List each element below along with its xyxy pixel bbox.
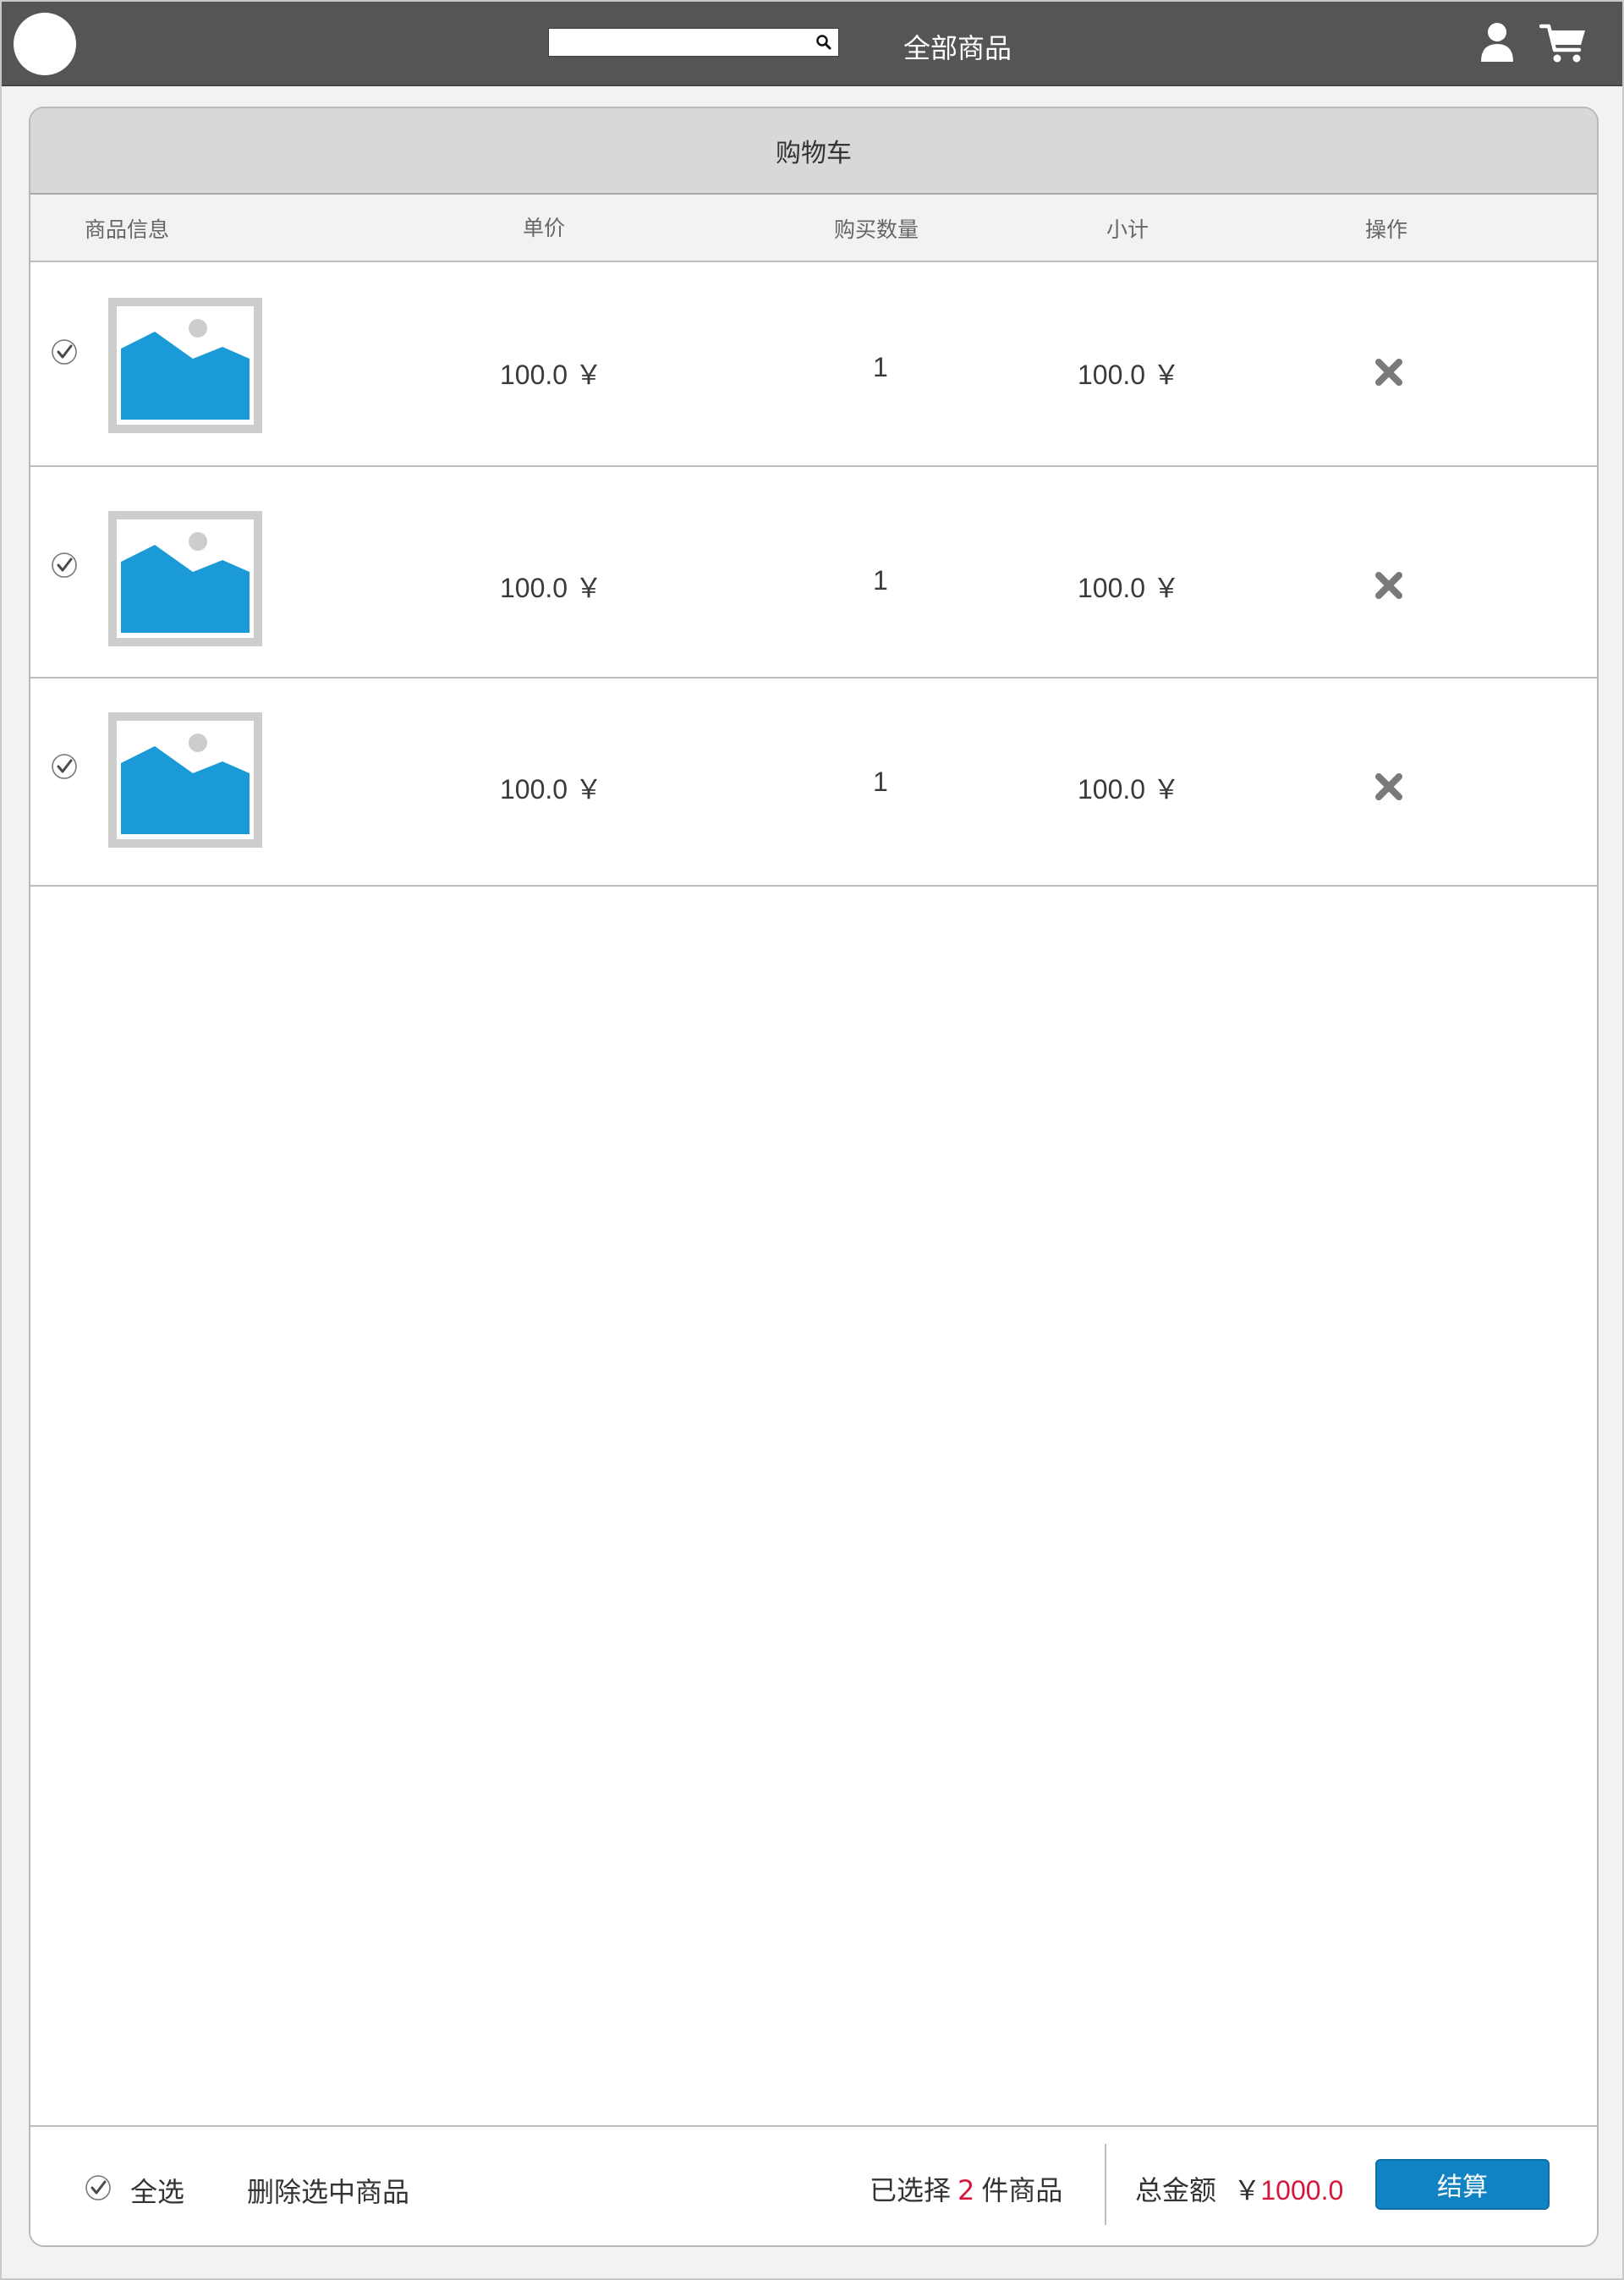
search-icon[interactable] [809,28,838,57]
column-header-price: 单价 [523,216,566,240]
item-checkbox[interactable] [51,753,78,780]
select-all-checkbox[interactable] [85,2174,112,2201]
select-all-label[interactable]: 全选 [130,2171,184,2210]
table-row: 100.0 ￥ 1 100.0 ￥ [30,679,1597,887]
currency-symbol: ￥ [1233,2174,1261,2206]
table-row: 100.0 ￥ 1 100.0 ￥ [30,262,1597,467]
footer-divider [1105,2144,1106,2225]
total-amount: 1000.0 [1260,2175,1344,2206]
selected-prefix: 已选择 [870,2174,952,2206]
column-header-info: 商品信息 [85,217,170,242]
delete-icon[interactable] [1374,570,1404,601]
column-header-subtotal: 小计 [1106,217,1149,242]
column-header-quantity: 购买数量 [834,217,919,242]
top-nav-bar: 全部商品 [2,2,1622,86]
delete-selected-button[interactable]: 删除选中商品 [247,2171,409,2210]
cart-footer: 全选 删除选中商品 已选择 2 件商品 总金额 ￥1000.0 结算 [30,2125,1597,2245]
logo[interactable] [14,13,76,75]
column-header-action: 操作 [1365,217,1408,242]
item-checkbox[interactable] [51,338,78,365]
product-image[interactable] [108,712,262,848]
total-label: 总金额 [1135,2174,1217,2206]
search-input[interactable] [549,29,809,56]
subtotal: 100.0 ￥ [1078,774,1180,805]
cart-icon[interactable] [1539,22,1587,64]
subtotal: 100.0 ￥ [1078,573,1180,603]
unit-price: 100.0 ￥ [500,573,602,603]
table-row: 100.0 ￥ 1 100.0 ￥ [30,467,1597,679]
cart-title: 购物车 [30,108,1597,195]
checkout-button[interactable]: 结算 [1375,2159,1550,2210]
delete-icon[interactable] [1374,357,1404,387]
subtotal: 100.0 ￥ [1078,360,1180,390]
user-icon[interactable] [1479,22,1516,63]
delete-icon[interactable] [1374,772,1404,802]
product-image[interactable] [108,298,262,433]
table-header: 商品信息 单价 购买数量 小计 操作 [30,195,1597,262]
quantity[interactable]: 1 [873,565,888,596]
cart-panel: 购物车 商品信息 单价 购买数量 小计 操作 100.0 ￥ 1 100.0 ￥ [29,107,1599,2247]
product-image[interactable] [108,511,262,646]
total-amount-info: 总金额 ￥1000.0 [1135,2169,1343,2208]
selected-suffix: 件商品 [981,2174,1063,2206]
quantity[interactable]: 1 [873,766,888,798]
quantity[interactable]: 1 [873,352,888,383]
selected-count: 2 [957,2174,975,2206]
nav-all-products[interactable]: 全部商品 [903,27,1012,66]
item-checkbox[interactable] [51,552,78,579]
search-box [548,28,839,57]
unit-price: 100.0 ￥ [500,774,602,805]
unit-price: 100.0 ￥ [500,360,602,390]
selected-count-info: 已选择 2 件商品 [870,2169,1062,2208]
